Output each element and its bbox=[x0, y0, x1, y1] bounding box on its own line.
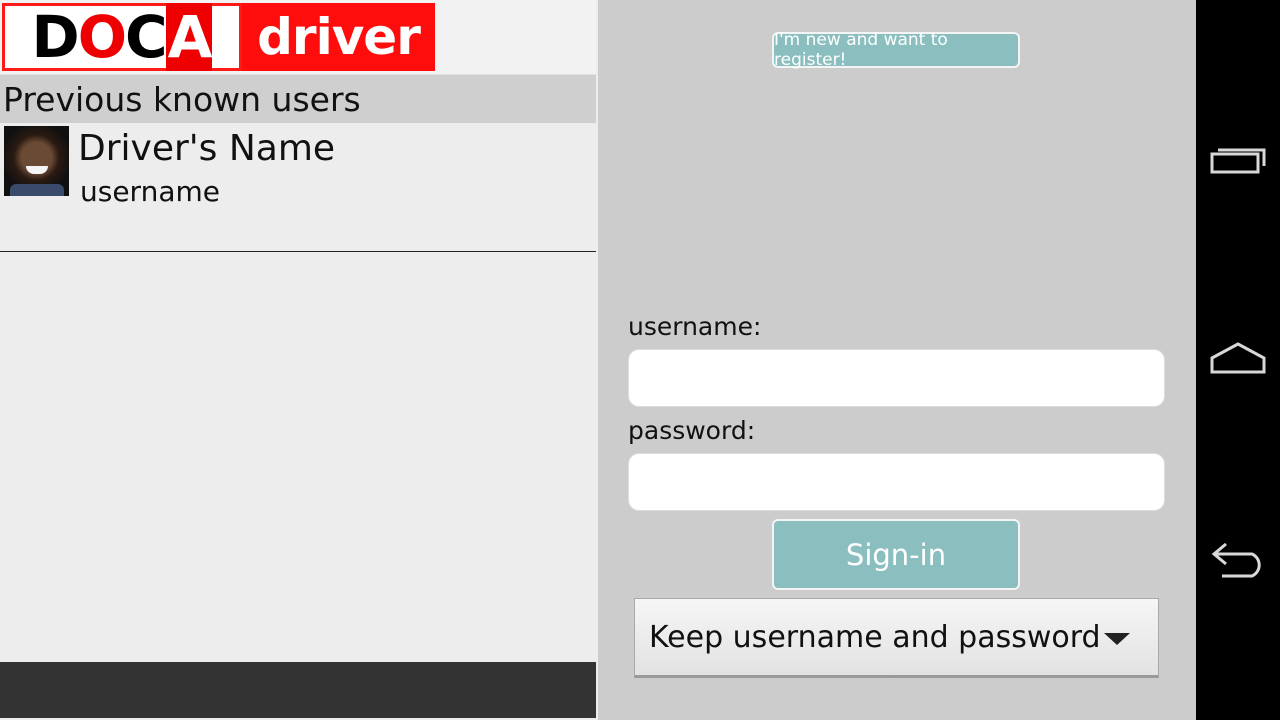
driver-name: Driver's Name bbox=[78, 128, 336, 169]
system-nav-bar bbox=[1196, 0, 1280, 720]
logo-doca-text: DOCA bbox=[31, 3, 213, 71]
logo-doca-part: DOCA bbox=[2, 3, 242, 71]
password-label: password: bbox=[628, 416, 756, 445]
previous-users-panel: DOCA driver Previous known users Driver'… bbox=[0, 0, 598, 720]
avatar bbox=[4, 126, 69, 196]
password-input[interactable] bbox=[628, 453, 1165, 511]
recent-apps-icon[interactable] bbox=[1208, 140, 1268, 180]
logo-strip: DOCA driver bbox=[0, 0, 596, 75]
user-list-item[interactable]: Driver's Name username bbox=[0, 123, 596, 252]
keep-credentials-select[interactable]: Keep username and password bbox=[634, 598, 1159, 678]
bottom-bar bbox=[0, 662, 596, 718]
register-button[interactable]: I'm new and want to register! bbox=[772, 30, 1020, 70]
login-panel: I'm new and want to register! username: … bbox=[598, 0, 1196, 720]
home-icon[interactable] bbox=[1208, 338, 1268, 378]
keep-credentials-label: Keep username and password bbox=[649, 619, 1101, 655]
signin-button[interactable]: Sign-in bbox=[772, 519, 1020, 590]
previous-users-title: Previous known users bbox=[0, 75, 596, 123]
username-input[interactable] bbox=[628, 349, 1165, 407]
back-icon[interactable] bbox=[1208, 538, 1268, 578]
logo-driver-text: driver bbox=[257, 8, 421, 66]
doca-driver-logo: DOCA driver bbox=[2, 3, 435, 71]
chevron-down-icon bbox=[1104, 633, 1130, 645]
username-label: username: bbox=[628, 312, 762, 341]
driver-username: username bbox=[80, 175, 220, 208]
logo-driver-part: driver bbox=[242, 3, 435, 71]
